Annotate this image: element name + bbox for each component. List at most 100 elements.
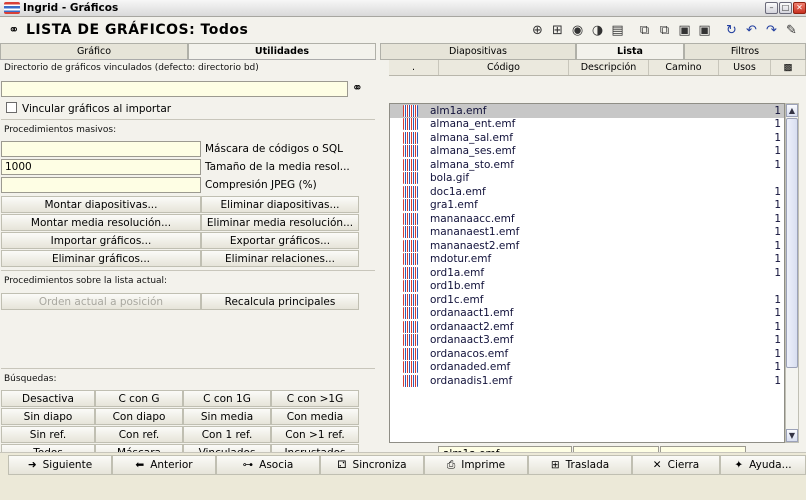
list-item[interactable]: ordanadis1.emf 1 [390,374,784,388]
undo-icon[interactable]: ↶ [742,21,761,39]
list-item[interactable]: mananaest1.emf 1 [390,226,784,240]
link-graphics-checkbox[interactable]: Vincular gráficos al importar [6,102,171,115]
import-graphics-button[interactable]: Importar gráficos... [1,232,201,249]
print-button[interactable]: ⎙ Imprime [424,455,528,475]
mount-slides-button[interactable]: Montar diapositivas... [1,196,201,213]
edit-icon[interactable]: ✎ [782,21,801,39]
list-item[interactable]: mananaacc.emf 1 [390,212,784,226]
tab-filtros[interactable]: Filtros [684,43,806,60]
list-item[interactable]: ord1c.emf 1 [390,293,784,307]
tab-lista[interactable]: Lista [576,43,684,60]
list-item[interactable]: mananaest2.emf 1 [390,239,784,253]
list-item[interactable]: ordanaded.emf 1 [390,361,784,375]
tab-utilidades[interactable]: Utilidades [188,43,376,59]
list-item-uses: 1 [774,118,781,131]
search-no-slide-button[interactable]: Sin diapo [1,408,95,425]
column-usos[interactable]: Usos [719,60,771,75]
search-c-con-gt1g-button[interactable]: C con >1G [271,390,359,407]
half-resolution-input[interactable]: 1000 [1,159,201,175]
list-item[interactable]: almana_sto.emf 1 [390,158,784,172]
minimize-button[interactable]: – [765,2,778,14]
tab-grafico[interactable]: Gráfico [0,43,188,59]
list-item[interactable]: alm1a.emf 1 [390,104,784,118]
search-deactivate-button[interactable]: Desactiva [1,390,95,407]
scroll-up-icon[interactable]: ▲ [786,104,798,117]
zoom-area-icon[interactable]: ⊞ [548,21,567,39]
order-to-position-button[interactable]: Orden actual a posición [1,293,201,310]
search-no-half-button[interactable]: Sin media [183,408,271,425]
search-gt1-ref-button[interactable]: Con >1 ref. [271,426,359,443]
synchronize-label: Sincroniza [352,459,407,471]
mount-half-resolution-button[interactable]: Montar media resolución... [1,214,201,231]
page-icon[interactable]: ▤ [608,21,627,39]
list-item[interactable]: ordanaact2.emf 1 [390,320,784,334]
redo-icon[interactable]: ↷ [762,21,781,39]
search-no-ref-button[interactable]: Sin ref. [1,426,95,443]
list-item[interactable]: bola.gif [390,172,784,186]
paste-icon[interactable]: ⧉ [655,21,674,39]
copy-icon[interactable]: ⧉ [635,21,654,39]
close-button[interactable]: ✕ Cierra [632,455,720,475]
list-item[interactable]: ordanaact3.emf 1 [390,334,784,348]
contrast-icon[interactable]: ◑ [588,21,607,39]
view-icon[interactable]: ◉ [568,21,587,39]
column-options-icon[interactable]: ▩ [771,60,806,75]
zoom-in-icon[interactable]: ⊕ [528,21,547,39]
jpeg-input[interactable] [1,177,201,193]
mask-label: Máscara de códigos o SQL [205,143,343,155]
column-codigo[interactable]: Código [439,60,569,75]
directory-input[interactable] [1,81,348,97]
synchronize-button[interactable]: ⚁ Sincroniza [320,455,424,475]
list-item[interactable]: doc1a.emf 1 [390,185,784,199]
column-header-row: . Código Descripción Camino Usos ▩ [389,60,806,76]
search-with-half-button[interactable]: Con media [271,408,359,425]
move-button[interactable]: ⊞ Traslada [528,455,632,475]
previous-button[interactable]: ⬅ Anterior [112,455,216,475]
search-with-slide-button[interactable]: Con diapo [95,408,183,425]
delete-slides-button[interactable]: Eliminar diapositivas... [201,196,359,213]
export-graphics-button[interactable]: Exportar gráficos... [201,232,359,249]
title-bar: Ingrid - Gráficos – □ ✕ [0,0,806,17]
searches-label: Búsquedas: [4,374,57,384]
list-item[interactable]: mdotur.emf 1 [390,253,784,267]
search-c-con-g-button[interactable]: C con G [95,390,183,407]
graphic-file-icon [390,145,430,158]
save-as-icon[interactable]: ▣ [695,21,714,39]
list-item[interactable]: gra1.emf 1 [390,199,784,213]
delete-relations-button[interactable]: Eliminar relaciones... [201,250,359,267]
close-window-button[interactable]: ✕ [793,2,806,14]
save-icon[interactable]: ▣ [675,21,694,39]
tab-diapositivas[interactable]: Diapositivas [380,43,576,60]
recalculate-main-button[interactable]: Recalcula principales [201,293,359,310]
column-descripcion[interactable]: Descripción [569,60,649,75]
search-one-ref-button[interactable]: Con 1 ref. [183,426,271,443]
column-camino[interactable]: Camino [649,60,719,75]
list-item-uses: 1 [774,104,781,117]
mask-input[interactable] [1,141,201,157]
delete-half-resolution-button[interactable]: Eliminar media resolución... [201,214,359,231]
previous-label: Anterior [150,459,193,471]
column-dot[interactable]: . [389,60,439,75]
search-with-ref-button[interactable]: Con ref. [95,426,183,443]
browse-binoculars-icon[interactable]: ⚭ [352,81,363,96]
graphic-file-icon [390,266,430,279]
list-item-code: alm1a.emf [430,104,487,117]
scroll-thumb[interactable] [786,118,798,368]
list-item[interactable]: ord1a.emf 1 [390,266,784,280]
list-item[interactable]: almana_sal.emf 1 [390,131,784,145]
maximize-button[interactable]: □ [779,2,792,14]
search-c-con-1g-button[interactable]: C con 1G [183,390,271,407]
list-item-code: almana_sal.emf [430,131,513,144]
list-item[interactable]: almana_ent.emf 1 [390,118,784,132]
list-item[interactable]: ordanaact1.emf 1 [390,307,784,321]
list-item[interactable]: almana_ses.emf 1 [390,145,784,159]
next-button[interactable]: ➜ Siguiente [8,455,112,475]
list-item[interactable]: ordanacos.emf 1 [390,347,784,361]
help-button[interactable]: ✦ Ayuda... [720,455,806,475]
delete-graphics-button[interactable]: Eliminar gráficos... [1,250,201,267]
vertical-scrollbar[interactable]: ▲ ▼ [785,103,799,443]
scroll-down-icon[interactable]: ▼ [786,429,798,442]
list-item[interactable]: ord1b.emf [390,280,784,294]
refresh-icon[interactable]: ↻ [722,21,741,39]
associate-button[interactable]: ⊶ Asocia [216,455,320,475]
